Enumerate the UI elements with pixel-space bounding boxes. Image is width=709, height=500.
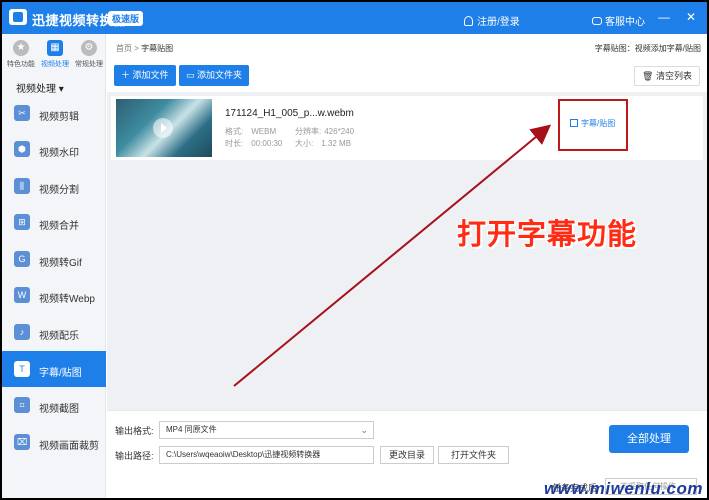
output-format-label: 输出格式: — [115, 426, 154, 436]
sidebar-item-webp[interactable]: W 视频转Webp — [2, 280, 106, 312]
minimize-button[interactable]: — — [658, 10, 670, 24]
chat-icon — [592, 17, 602, 25]
sidebar-item-screenshot[interactable]: ⌗ 视频截图 — [2, 390, 106, 422]
service-label: 客服中心 — [605, 17, 645, 28]
open-folder-button[interactable]: 打开文件夹 — [438, 446, 510, 464]
screenshot-icon: ⌗ — [14, 397, 30, 413]
tab-general[interactable]: ⚙ 常规处理 — [72, 38, 106, 69]
title-bar: 迅捷视频转换器 极速版 注册/登录 客服中心 — ✕ — [2, 2, 707, 34]
output-format-select[interactable]: MP4 同原文件 ⌄ — [159, 421, 374, 439]
user-icon — [464, 16, 473, 26]
sidebar: ★ 特色功能 ▦ 视频处理 ⚙ 常规处理 视频处理 ▾ ✂ 视频剪辑 ⬢ 视频水… — [2, 34, 106, 498]
sidebar-item-video-edit[interactable]: ✂ 视频剪辑 — [2, 98, 106, 130]
tab-label: 视频处理 — [41, 61, 69, 68]
chevron-down-icon: ⌄ — [360, 425, 368, 435]
webp-icon: W — [14, 287, 30, 303]
sidebar-item-subtitle[interactable]: T 字幕/贴图 — [2, 351, 106, 387]
change-directory-button[interactable]: 更改目录 — [380, 446, 435, 464]
film-icon: ▦ — [47, 40, 63, 56]
close-button[interactable]: ✕ — [686, 10, 696, 24]
app-logo-icon — [9, 9, 27, 25]
login-label: 注册/登录 — [477, 17, 520, 28]
output-path-field[interactable]: C:\Users\wqeaoiw\Desktop\迅捷视频转换器 — [159, 446, 374, 464]
merge-icon: ⊞ — [14, 214, 30, 230]
subtitle-icon: T — [14, 361, 30, 377]
tab-featured[interactable]: ★ 特色功能 — [4, 38, 38, 69]
category-tabs: ★ 特色功能 ▦ 视频处理 ⚙ 常规处理 — [2, 38, 106, 74]
sidebar-item-label: 视频剪辑 — [39, 112, 79, 123]
login-link[interactable]: 注册/登录 — [464, 13, 520, 28]
output-format-value: MP4 同原文件 — [166, 425, 217, 434]
tab-label: 特色功能 — [7, 61, 35, 68]
scissors-icon: ✂ — [14, 105, 30, 121]
edition-badge: 极速版 — [108, 11, 144, 26]
sidebar-item-gif[interactable]: G 视频转Gif — [2, 244, 106, 276]
sidebar-item-label: 视频转Webp — [39, 294, 95, 305]
split-icon: ⫼ — [14, 178, 30, 194]
tab-label: 常规处理 — [75, 61, 103, 68]
main-panel: 首页 > 字幕贴图 字幕贴图：视频添加字幕/贴图 ＋ 添加文件 ▭ 添加文件夹 … — [107, 34, 707, 498]
customer-service-link[interactable]: 客服中心 — [592, 13, 645, 28]
sidebar-item-split[interactable]: ⫼ 视频分割 — [2, 171, 106, 203]
sidebar-item-label: 视频分割 — [39, 185, 79, 196]
tab-video-processing[interactable]: ▦ 视频处理 — [38, 38, 72, 69]
sidebar-item-label: 视频配乐 — [39, 331, 79, 342]
app-window: 迅捷视频转换器 极速版 注册/登录 客服中心 — ✕ ★ 特色功能 ▦ 视频处理… — [2, 2, 707, 498]
sidebar-item-label: 视频转Gif — [39, 258, 82, 269]
sidebar-item-crop[interactable]: ⌧ 视频画面裁剪 — [2, 427, 106, 459]
output-path-label: 输出路径: — [115, 451, 154, 461]
sidebar-item-watermark[interactable]: ⬢ 视频水印 — [2, 134, 106, 166]
site-watermark: www.miwenlu.com — [544, 479, 703, 498]
sidebar-item-music[interactable]: ♪ 视频配乐 — [2, 317, 106, 349]
process-all-button[interactable]: 全部处理 — [609, 425, 689, 453]
music-icon: ♪ — [14, 324, 30, 340]
sidebar-item-label: 视频合并 — [39, 221, 79, 232]
section-dropdown[interactable]: 视频处理 ▾ — [16, 80, 64, 95]
sidebar-item-label: 视频画面裁剪 — [39, 441, 99, 452]
gif-icon: G — [14, 251, 30, 267]
sidebar-item-merge[interactable]: ⊞ 视频合并 — [2, 207, 106, 239]
crop-icon: ⌧ — [14, 434, 30, 450]
gear-icon: ⚙ — [81, 40, 97, 56]
annotation-text: 打开字幕功能 — [457, 219, 638, 251]
sidebar-item-label: 视频截图 — [39, 404, 79, 415]
stamp-icon: ⬢ — [14, 141, 30, 157]
sidebar-item-label: 字幕/贴图 — [39, 368, 82, 379]
star-icon: ★ — [13, 40, 29, 56]
sidebar-item-label: 视频水印 — [39, 148, 79, 159]
